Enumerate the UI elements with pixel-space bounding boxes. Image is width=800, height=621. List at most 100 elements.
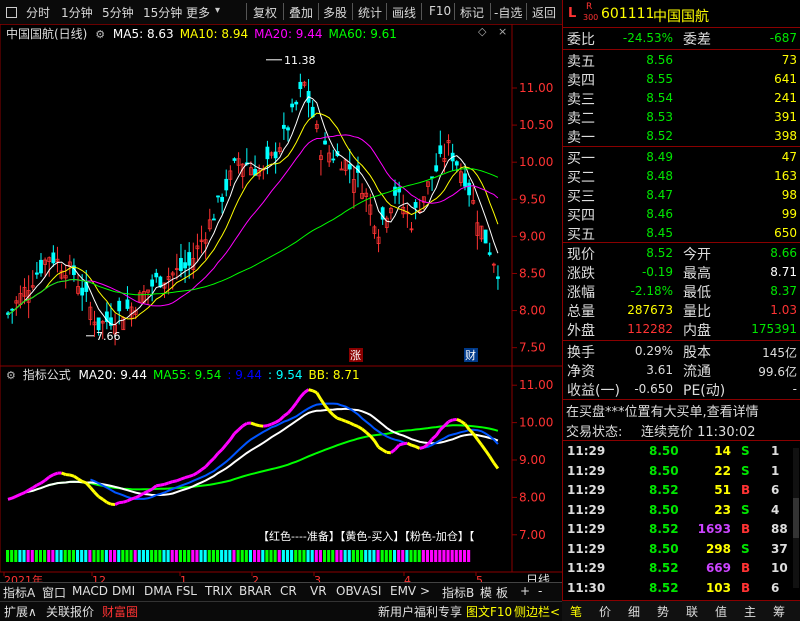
expand-tab[interactable]: 扩展∧: [4, 603, 37, 620]
f10-graphic-link[interactable]: 图文F10: [466, 603, 512, 620]
order-book-row: 卖四8.55641: [563, 70, 800, 89]
signal-bar: [459, 550, 462, 562]
settings-gear-icon[interactable]: ⚙: [95, 28, 105, 41]
indicator-tab[interactable]: MACD: [72, 584, 108, 598]
tab-1min[interactable]: 1分钟: [61, 4, 93, 21]
candle-body: [286, 128, 289, 130]
indicator-tab[interactable]: FSL: [176, 584, 197, 598]
indicator-tab[interactable]: +: [520, 584, 530, 598]
signal-bar: [72, 550, 75, 562]
indicator-tab[interactable]: 指标A: [3, 584, 35, 601]
ind-bb-segment: [144, 491, 148, 493]
fuquan-button[interactable]: 复权: [253, 4, 277, 21]
ind-bb-segment: [416, 446, 420, 448]
signal-bar: [274, 550, 277, 562]
candle-body: [464, 174, 467, 186]
stock-prefix-r: R: [586, 2, 592, 12]
ind-bb-segment: [148, 489, 152, 491]
candle-body: [118, 301, 121, 311]
candle-body: [151, 280, 154, 286]
ind-bb-segment: [494, 463, 498, 469]
quote-tab[interactable]: 笔: [570, 603, 582, 620]
candle-body: [340, 169, 343, 170]
y-tick-label: 8.00: [519, 304, 546, 318]
indicator-tab[interactable]: 模: [480, 584, 492, 601]
badge-cai[interactable]: 财: [465, 348, 476, 362]
tab-more[interactable]: 更多: [186, 4, 210, 21]
quote-tab[interactable]: 细: [628, 603, 640, 620]
ind-bb-segment: [41, 480, 45, 483]
add-watchlist-button[interactable]: -自选: [494, 4, 522, 21]
signal-bar: [335, 550, 338, 562]
f10-button[interactable]: F10: [429, 4, 451, 18]
signal-bar: [393, 550, 396, 562]
close-icon[interactable]: ×: [498, 25, 507, 38]
quote-tab[interactable]: 值: [715, 603, 727, 620]
big-order-notice[interactable]: 在买盘***位置有大买单,查看详情: [563, 401, 800, 420]
signal-bar: [212, 550, 215, 562]
tab-15min[interactable]: 15分钟: [143, 4, 182, 21]
tab-fenshi[interactable]: 分时: [26, 4, 50, 21]
indicator-tab[interactable]: VR: [310, 584, 327, 598]
signal-bar: [364, 550, 367, 562]
mark-button[interactable]: 标记: [460, 4, 484, 21]
ind-bb-segment: [218, 449, 222, 453]
indicator-tab[interactable]: EMV: [390, 584, 416, 598]
signal-bar: [179, 550, 182, 562]
y-tick-label: 7.50: [519, 341, 546, 355]
sidebar-toggle[interactable]: 侧边栏<: [514, 603, 560, 620]
tick-scrollbar[interactable]: [793, 448, 799, 588]
indicator-tab[interactable]: DMI: [112, 584, 135, 598]
stats-button[interactable]: 统计: [358, 4, 382, 21]
signal-bar: [220, 550, 223, 562]
kline-chart[interactable]: 11.0010.5010.009.509.008.508.007.5011.00…: [0, 24, 562, 594]
indicator-label: BB: 8.71: [309, 368, 360, 382]
ind-bb-segment: [181, 478, 185, 480]
indicator-tab[interactable]: BRAR: [239, 584, 272, 598]
indicator-tab[interactable]: 板: [496, 584, 508, 601]
diamond-icon[interactable]: ◇: [478, 25, 486, 38]
ind-bb-segment: [103, 499, 107, 502]
overlay-button[interactable]: 叠加: [289, 4, 313, 21]
signal-bar: [142, 550, 145, 562]
ind-bb-segment: [366, 432, 370, 436]
quote-stat-row: 总量287673量比1.03: [563, 301, 800, 320]
related-quote-tab[interactable]: 关联报价: [46, 603, 94, 620]
signal-bar: [171, 550, 174, 562]
y-tick-label: 11.00: [519, 81, 553, 95]
signal-bar: [6, 550, 9, 562]
quote-tab[interactable]: 势: [657, 603, 669, 620]
signal-bar: [245, 550, 248, 562]
indicator-tab[interactable]: ASI: [362, 584, 381, 598]
signal-bar: [241, 550, 244, 562]
ind-bb-segment: [90, 488, 94, 493]
draw-line-button[interactable]: 画线: [392, 4, 416, 21]
signal-bar: [228, 550, 231, 562]
indicator-tab[interactable]: 指标B: [442, 584, 474, 601]
ind-bb-segment: [193, 473, 197, 475]
indicator-tab[interactable]: DMA: [144, 584, 172, 598]
indicator-tab[interactable]: >: [420, 584, 430, 598]
indicator-tab[interactable]: TRIX: [205, 584, 232, 598]
tab-5min[interactable]: 5分钟: [102, 4, 134, 21]
signal-bar: [381, 550, 384, 562]
multi-stock-button[interactable]: 多股: [323, 4, 347, 21]
back-button[interactable]: 返回: [532, 4, 556, 21]
ind-bb-segment: [173, 481, 177, 482]
quote-tab[interactable]: 筹: [773, 603, 785, 620]
badge-zhang[interactable]: 涨: [350, 349, 361, 362]
quote-tab[interactable]: 联: [686, 603, 698, 620]
quote-tab[interactable]: 价: [599, 603, 611, 620]
settings-gear-icon[interactable]: ⚙: [6, 369, 16, 382]
indicator-tab[interactable]: CR: [280, 584, 297, 598]
ind-bb-segment: [358, 427, 362, 429]
indicator-tab[interactable]: OBV: [336, 584, 362, 598]
weicha-value: -687: [770, 31, 797, 45]
quote-tab[interactable]: 主: [744, 603, 756, 620]
new-user-welfare-link[interactable]: 新用户福利专享: [378, 603, 462, 620]
signal-bar: [10, 550, 13, 562]
indicator-tab[interactable]: -: [538, 584, 542, 598]
indicator-tab[interactable]: 窗口: [42, 584, 66, 601]
wealth-circle-tab[interactable]: 财富圈: [102, 603, 138, 620]
dropdown-triangle-icon[interactable]: ▾: [215, 5, 220, 16]
